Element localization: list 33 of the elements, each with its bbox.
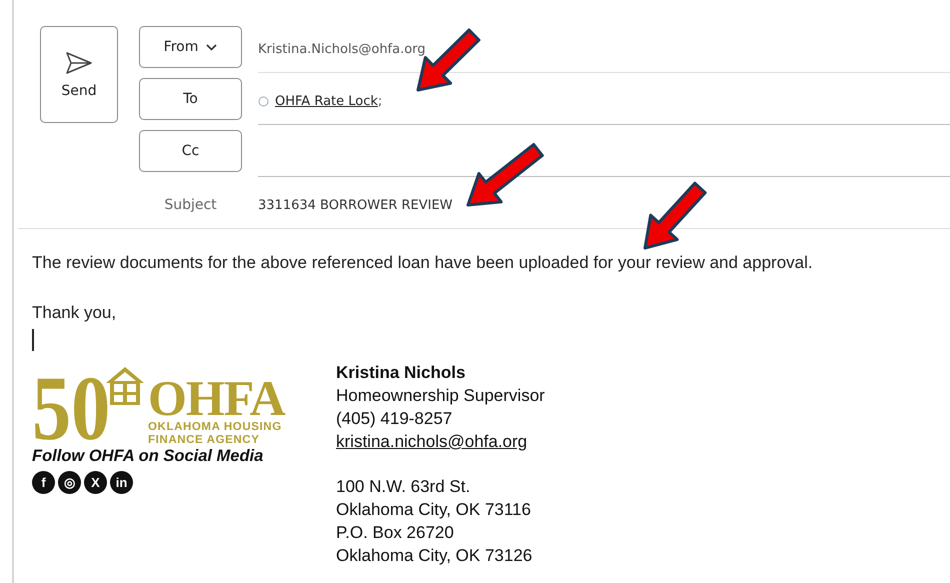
social-icon[interactable]: X (84, 471, 107, 494)
presence-icon (258, 96, 269, 106)
social-icon[interactable]: ◎ (58, 471, 81, 494)
address-line: Oklahoma City, OK 73116 (336, 499, 532, 521)
send-icon (65, 50, 93, 74)
send-button[interactable]: Send (40, 26, 118, 123)
recipient-separator: ; (378, 94, 382, 108)
signature-name: Kristina Nichols (336, 362, 466, 384)
signature-phone: (405) 419-8257 (336, 408, 454, 430)
logo-tagline: OKLAHOMA HOUSING (148, 421, 283, 434)
message-text: Thank you, (32, 303, 118, 323)
address-line: Oklahoma City, OK 73126 (336, 545, 534, 567)
from-button[interactable]: From (139, 26, 242, 68)
to-button[interactable]: To (139, 78, 242, 120)
social-icon[interactable]: in (110, 471, 133, 494)
logo-tagline: FINANCE AGENCY (148, 434, 260, 447)
address-line: 100 N.W. 63rd St. (336, 476, 472, 498)
cc-button[interactable]: Cc (139, 130, 242, 172)
message-text: The review documents for the above referenced loan have been uploaded for your review and approval. (32, 253, 814, 273)
signature-title: Homeownership Supervisor (336, 385, 545, 407)
text-cursor (32, 329, 34, 351)
sender-address: Kristina.Nichols@ohfa.org (258, 42, 426, 56)
recipient-link[interactable]: OHFA Rate Lock (275, 94, 378, 108)
email-link[interactable]: kristina.nichols@ohfa.org (336, 430, 545, 453)
address-line: P.O. Box 26720 (336, 522, 455, 544)
subject-label: Subject (163, 197, 218, 213)
logo-name: OHFA (148, 375, 285, 421)
social-caption: Follow OHFA on Social Media (32, 447, 264, 466)
subject-field[interactable]: 3311634 BORROWER REVIEW (258, 198, 453, 212)
logo-number: 50 (32, 369, 110, 447)
annotation-arrow (644, 182, 707, 250)
social-icon[interactable]: f (32, 471, 55, 494)
chevron-down-icon (206, 44, 218, 50)
